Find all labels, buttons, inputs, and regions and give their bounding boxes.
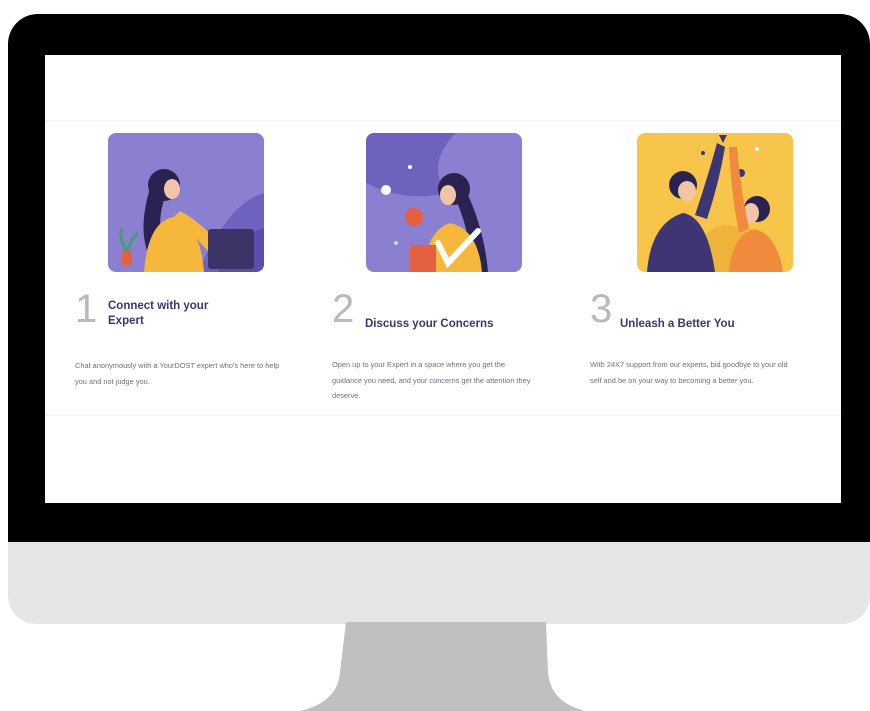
- step-title: Unleash a Better You: [620, 318, 735, 330]
- step-number: 2: [332, 287, 355, 331]
- step-number: 1: [75, 287, 98, 331]
- step-heading: 2 Discuss your Concerns: [332, 287, 562, 331]
- bottom-band: [45, 415, 841, 503]
- high-five-illustration: [637, 133, 793, 272]
- step-heading: 1 Connect with your Expert: [75, 287, 305, 331]
- step-heading: 3 Unleash a Better You: [590, 287, 820, 331]
- monitor-stand: [300, 622, 585, 711]
- step-description: Chat anonymously with a YourDOST expert …: [75, 361, 280, 386]
- step-description: With 24X7 support from our experts, bid …: [590, 360, 788, 385]
- step-number: 3: [590, 287, 613, 331]
- person-holding-cup-illustration: [366, 133, 522, 272]
- step-title: Discuss your Concerns: [365, 318, 494, 330]
- top-band: [45, 55, 841, 121]
- person-with-laptop-illustration: [108, 133, 264, 272]
- screen: 1 Connect with your Expert Chat anonymou…: [45, 55, 841, 503]
- step-description: Open up to your Expert in a space where …: [332, 360, 531, 400]
- monitor-chin: [8, 542, 870, 624]
- step-title: Connect with your Expert: [108, 300, 209, 327]
